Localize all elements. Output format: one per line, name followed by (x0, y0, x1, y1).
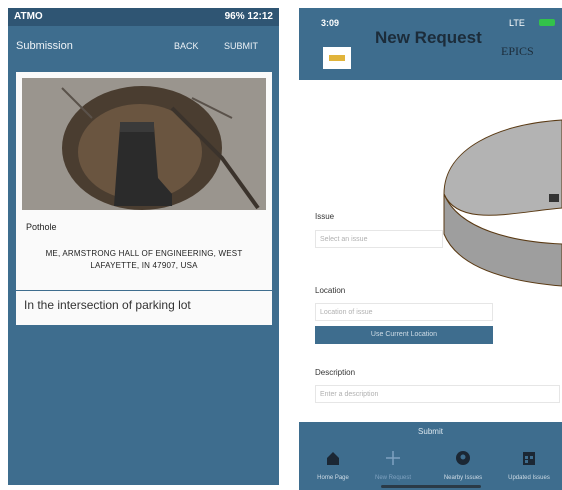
report-address: ME, ARMSTRONG HALL OF ENGINEERING, WEST … (45, 249, 243, 270)
pothole-image (22, 78, 266, 210)
submission-screen: ATMO 96% 12:12 Submission BACK SUBMIT Po… (8, 8, 279, 485)
status-bar: ATMO 96% 12:12 (8, 8, 279, 26)
report-type: Pothole (26, 222, 57, 232)
status-right: 96% 12:12 (224, 11, 273, 22)
report-card: Pothole ME, ARMSTRONG HALL OF ENGINEERIN… (16, 72, 272, 290)
back-button[interactable]: BACK (174, 26, 199, 66)
submit-button[interactable]: SUBMIT (224, 26, 258, 66)
report-note: In the intersection of parking lot (24, 298, 191, 312)
page-title: Submission (16, 40, 73, 52)
pothole-photo (22, 78, 266, 210)
new-request-screen: 3:09 LTE New Request EPICS Issue Select … (299, 8, 562, 490)
status-left: ATMO (14, 11, 43, 22)
app-bar: Submission BACK SUBMIT (8, 26, 279, 66)
report-note-box: In the intersection of parking lot (16, 291, 272, 325)
cylinder-overlay (443, 119, 562, 287)
